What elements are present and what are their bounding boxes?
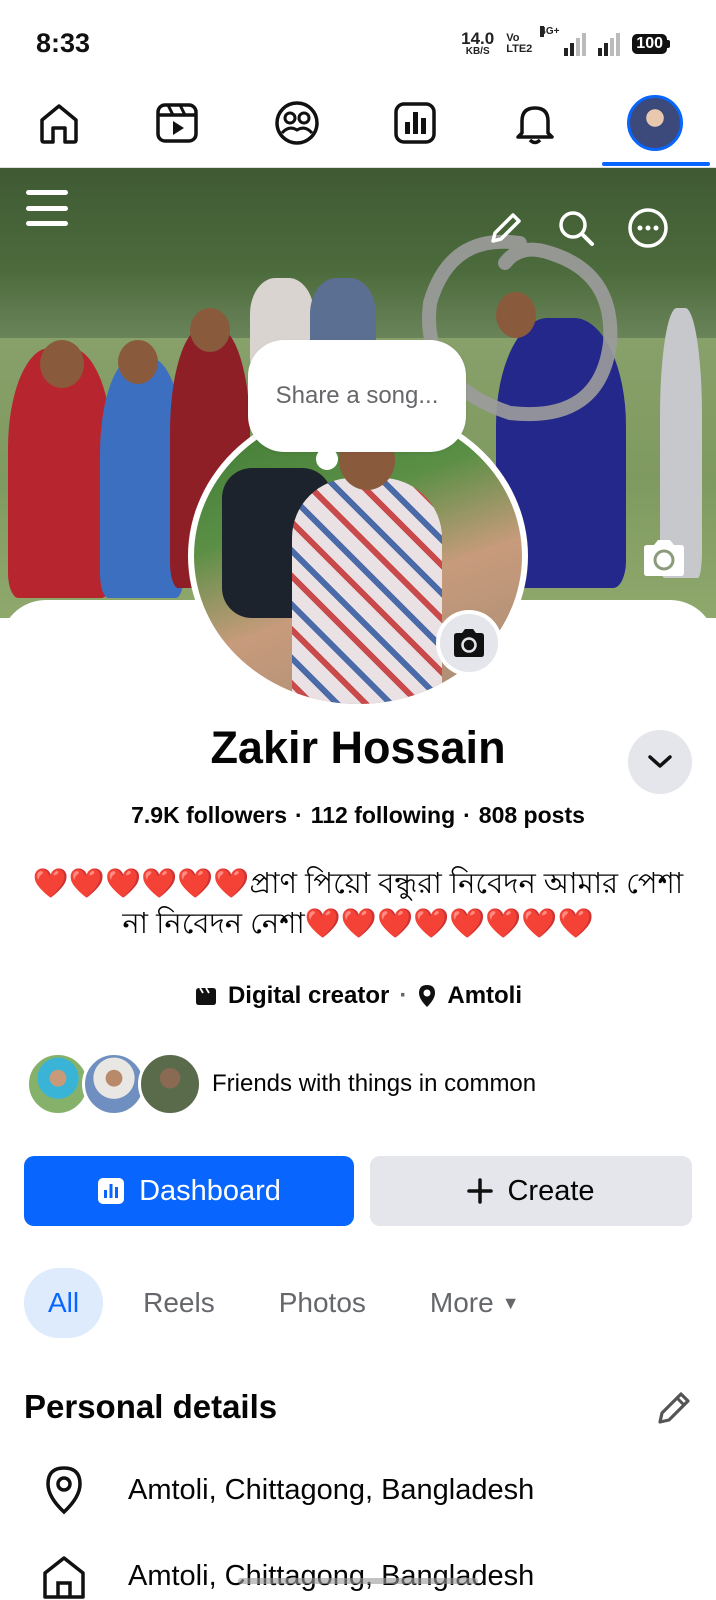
dashboard-icon	[98, 1178, 125, 1204]
friend-avatar-3	[138, 1052, 202, 1116]
tab-all[interactable]: All	[24, 1268, 104, 1338]
edit-profile-picture-button[interactable]	[436, 610, 502, 676]
network-speed-unit: KB/S	[465, 46, 490, 57]
battery-icon: 100	[632, 33, 670, 54]
profile-stats: 7.9K followers · 112 following · 808 posts	[131, 802, 585, 828]
share-song-prompt: Share a song...	[275, 382, 439, 409]
status-bar: 8:33 14.0 KB/S Vo LTE2 4G+ 100	[0, 0, 716, 80]
profile-meta: Digital creator · Amtoli	[0, 982, 716, 1010]
profile-bio: ❤️❤️❤️❤️❤️❤️প্রাণ পিয়ো বন্ধুরা নিবেদন আ…	[20, 864, 696, 944]
camera-icon	[454, 629, 484, 657]
mutual-friends-row[interactable]: Friends with things in common	[26, 1052, 536, 1116]
more-icon	[628, 208, 668, 248]
dashboard-icon	[394, 102, 436, 144]
dashboard-button[interactable]: Dashboard	[24, 1156, 354, 1226]
active-tab-indicator	[602, 162, 710, 166]
pencil-icon	[491, 213, 521, 243]
tab-photos[interactable]: Photos	[255, 1268, 390, 1338]
share-song-bubble[interactable]: Share a song...	[248, 340, 466, 452]
network-speed-value: 14.0	[461, 29, 495, 48]
hometown-text: Amtoli, Chittagong, Bangladesh	[128, 1559, 535, 1592]
search-icon	[559, 211, 594, 246]
profile-avatar	[627, 95, 683, 151]
network-type-label: 4G+	[540, 25, 560, 37]
edit-profile-button[interactable]	[484, 206, 528, 250]
location-pin-icon	[419, 985, 436, 1007]
home-icon	[40, 104, 78, 144]
personal-details-title: Personal details	[24, 1388, 278, 1425]
category-label: Digital creator	[227, 982, 390, 1009]
bubble-tail	[316, 448, 338, 470]
network-speed: 14.0 KB/S	[461, 30, 494, 57]
detail-hometown: Amtoli, Chittagong, Bangladesh	[40, 1550, 534, 1600]
create-button-label: Create	[507, 1174, 595, 1207]
friend-avatar-2	[82, 1052, 146, 1116]
profile-name: Zakir Hossain	[210, 722, 506, 773]
battery-level: 100	[632, 33, 667, 54]
tab-more-label: More	[429, 1287, 494, 1318]
profile-tab[interactable]	[620, 90, 690, 156]
friends-in-common-text: Friends with things in common	[212, 1070, 537, 1097]
camera-icon	[644, 540, 684, 576]
location-label: Amtoli	[447, 982, 523, 1009]
video-tab[interactable]	[142, 90, 212, 156]
lte-label: LTE2	[506, 42, 533, 55]
more-options-button[interactable]	[626, 206, 670, 250]
tab-photos-label: Photos	[278, 1287, 366, 1318]
profile-expand-button[interactable]	[628, 730, 692, 794]
status-time: 8:33	[36, 28, 91, 58]
top-navigation	[0, 80, 716, 168]
home-tab[interactable]	[24, 90, 94, 156]
creator-icon	[195, 987, 216, 1005]
home-indicator[interactable]	[238, 1578, 478, 1584]
pencil-icon	[658, 1392, 690, 1424]
video-icon	[156, 103, 198, 143]
tab-all-label: All	[48, 1287, 80, 1318]
following-count[interactable]: 112 following	[311, 802, 455, 828]
bio-line-2: না নিবেদন নেশা❤️❤️❤️❤️❤️❤️❤️❤️	[122, 908, 594, 940]
home-icon	[43, 1556, 85, 1599]
bio-line-1: ❤️❤️❤️❤️❤️❤️প্রাণ পিয়ো বন্ধুরা নিবেদন আ…	[32, 868, 684, 900]
tab-reels[interactable]: Reels	[119, 1268, 239, 1338]
followers-count[interactable]: 7.9K followers	[131, 802, 287, 828]
friend-avatar-1	[26, 1052, 90, 1116]
dashboard-tab[interactable]	[380, 90, 450, 156]
edit-details-button[interactable]	[654, 1388, 696, 1430]
caret-down-icon: ▼	[501, 1292, 520, 1313]
detail-current-city: Amtoli, Chittagong, Bangladesh	[40, 1464, 534, 1516]
menu-button[interactable]	[26, 190, 68, 226]
volte-indicator: Vo LTE2	[506, 31, 533, 55]
search-button[interactable]	[554, 206, 598, 250]
volte-label: Vo	[506, 31, 520, 44]
bell-icon	[516, 106, 554, 145]
notifications-tab[interactable]	[500, 90, 570, 156]
status-icons: 14.0 KB/S Vo LTE2 4G+ 100	[461, 25, 670, 57]
tab-more[interactable]: More ▼	[406, 1268, 544, 1338]
friends-icon	[275, 101, 319, 145]
chevron-down-icon	[648, 755, 672, 768]
dashboard-button-label: Dashboard	[139, 1174, 281, 1207]
posts-count: 808 posts	[478, 802, 585, 828]
current-city-text: Amtoli, Chittagong, Bangladesh	[128, 1473, 535, 1506]
create-button[interactable]: Create	[370, 1156, 692, 1226]
friends-tab[interactable]	[262, 90, 332, 156]
signal-icon-sim2	[598, 32, 621, 56]
signal-icon-sim1: 4G+	[540, 25, 587, 56]
content-tabs: All Reels Photos More ▼	[24, 1268, 560, 1338]
edit-cover-button[interactable]	[640, 538, 688, 578]
location-pin-icon	[46, 1466, 82, 1515]
tab-reels-label: Reels	[143, 1287, 215, 1318]
plus-icon	[467, 1178, 494, 1204]
